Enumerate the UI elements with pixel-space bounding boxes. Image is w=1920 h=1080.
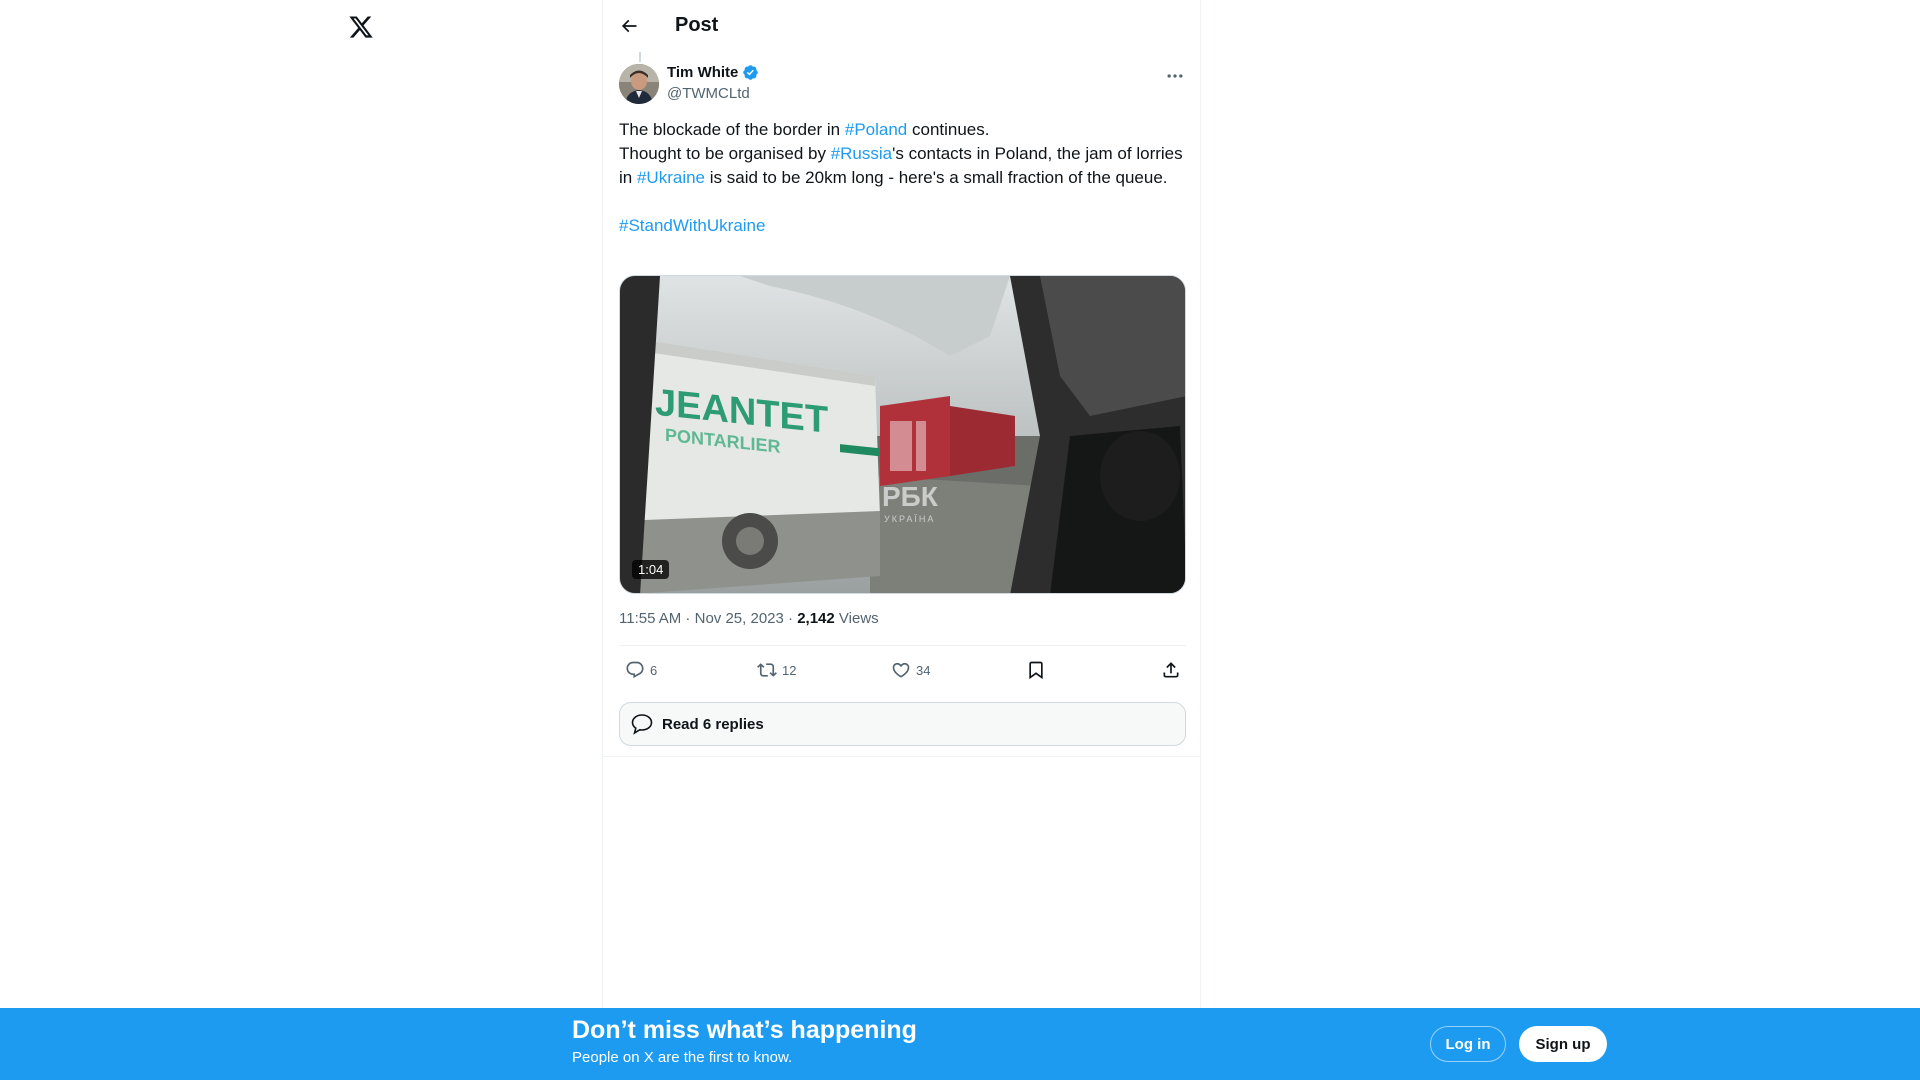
post-text-line-3: #StandWithUkraine — [619, 214, 1189, 238]
author-handle[interactable]: @TWMCLtd — [667, 85, 750, 102]
read-replies-label: Read 6 replies — [662, 715, 764, 733]
reply-button[interactable]: 6 — [625, 660, 657, 680]
verified-badge-icon — [743, 65, 759, 80]
hashtag-link[interactable]: #StandWithUkraine — [619, 216, 765, 235]
hashtag-link[interactable]: #Poland — [845, 120, 907, 139]
repost-button[interactable]: 12 — [757, 660, 796, 680]
post-text-line-1: The blockade of the border in #Poland co… — [619, 120, 990, 139]
share-button[interactable] — [1161, 660, 1181, 680]
signup-button[interactable]: Sign up — [1519, 1026, 1607, 1062]
signup-banner: Don’t miss what’s happening People on X … — [0, 1008, 1920, 1080]
reply-icon — [626, 661, 644, 679]
like-count: 34 — [916, 662, 931, 678]
more-options-icon[interactable] — [1165, 66, 1185, 86]
banner-title: Don’t miss what’s happening — [572, 1016, 917, 1044]
repost-count: 12 — [782, 662, 797, 678]
post-text-line-2: Thought to be organised by #Russia's con… — [619, 144, 1183, 187]
thread-line — [639, 52, 641, 62]
share-icon — [1163, 662, 1179, 678]
bookmark-icon — [1029, 661, 1043, 680]
post-header: Post — [603, 0, 1200, 53]
views-count: 2,142 — [797, 610, 835, 627]
author-name[interactable]: Tim White — [667, 64, 738, 81]
post-text: The blockade of the border in #Poland co… — [619, 118, 1189, 238]
hashtag-link[interactable]: #Ukraine — [637, 168, 705, 187]
banner-subtitle: People on X are the first to know. — [572, 1049, 793, 1066]
avatar[interactable] — [619, 64, 659, 104]
video-player[interactable]: JEANTET PONTARLIER РБК УКРАЇНА 1:04 — [619, 275, 1186, 594]
video-thumbnail: JEANTET PONTARLIER РБК УКРАЇНА — [620, 276, 1185, 593]
read-replies-button[interactable]: Read 6 replies — [619, 702, 1186, 746]
reply-count: 6 — [650, 662, 658, 678]
login-button[interactable]: Log in — [1430, 1026, 1506, 1062]
views-label: Views — [838, 610, 879, 627]
arrow-left-icon[interactable] — [619, 16, 639, 36]
page-title: Post — [675, 14, 719, 36]
post-meta: 11:55 AM · Nov 25, 2023 · 2,142 Views — [619, 610, 879, 627]
speech-bubble-icon — [631, 714, 653, 735]
video-duration: 1:04 — [632, 560, 670, 579]
post-time[interactable]: 11:55 AM — [619, 610, 681, 627]
divider — [603, 756, 1200, 757]
hashtag-link[interactable]: #Russia — [831, 144, 892, 163]
watermark-sub: УКРАЇНА — [884, 514, 935, 524]
watermark-main: РБК — [882, 481, 939, 512]
bookmark-button[interactable] — [1026, 660, 1046, 680]
primary-column: Post Tim White @TWMCLtd The blockade of … — [602, 0, 1201, 1080]
action-bar: 6 12 34 — [619, 656, 1186, 686]
divider — [619, 645, 1186, 646]
repost-icon — [757, 663, 777, 677]
author-row: Tim White — [667, 64, 759, 81]
heart-icon — [892, 662, 910, 678]
post-date[interactable]: Nov 25, 2023 — [695, 610, 784, 627]
like-button[interactable]: 34 — [891, 660, 930, 680]
x-logo-icon[interactable] — [348, 14, 374, 40]
